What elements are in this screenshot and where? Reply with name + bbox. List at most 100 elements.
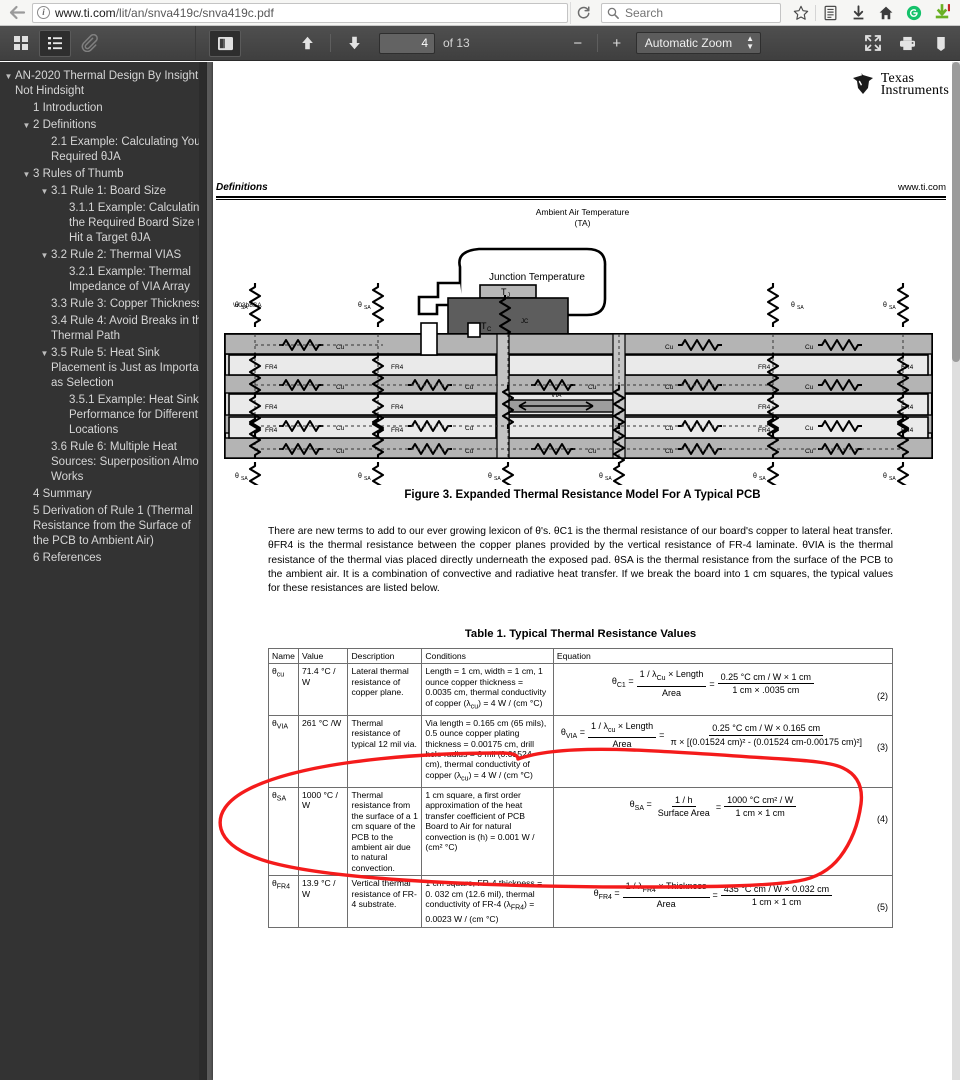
svg-text:FR4: FR4 <box>758 364 771 371</box>
outline-item[interactable]: ▼ 2 Definitions <box>2 117 206 134</box>
home-icon[interactable] <box>872 1 900 25</box>
chevron-down-icon[interactable]: ▼ <box>20 118 33 133</box>
cell-equation: θSA = 1 / h Surface Area = 1000 °C cm² / W1 … <box>552 786 894 877</box>
svg-text:JC: JC <box>521 319 529 325</box>
thermal-resistance-table: Name Value Description Conditions Equati… <box>268 647 894 928</box>
down-arrow-icon[interactable] <box>338 30 370 57</box>
outline-item-label: 3.5 Rule 5: Heat Sink Placement is Just … <box>51 347 207 389</box>
print-icon[interactable] <box>891 30 923 57</box>
viewer-scrollbar[interactable] <box>952 62 960 1080</box>
zoom-in-button[interactable]: + <box>604 31 630 55</box>
table-1-title: Table 1. Typical Thermal Resistance Valu… <box>464 628 697 640</box>
svg-text:SA: SA <box>494 476 501 482</box>
ti-logo: Texas Instruments <box>850 72 949 98</box>
download-indicator-icon[interactable] <box>928 1 956 25</box>
zoom-out-button[interactable]: − <box>565 31 591 55</box>
svg-text:Cu: Cu <box>805 384 814 391</box>
svg-text:θ: θ <box>488 473 492 480</box>
grammarly-icon[interactable] <box>900 1 928 25</box>
outline-item[interactable]: 6 References <box>2 550 206 567</box>
outline-item-label: 3.6 Rule 6: Multiple Heat Sources: Super… <box>51 441 207 483</box>
outline-item[interactable]: 3.3 Rule 3: Copper Thickness <box>2 296 206 313</box>
fullscreen-icon[interactable] <box>857 30 889 57</box>
sidebar-scrollbar[interactable] <box>199 62 206 1080</box>
paperclip-icon[interactable] <box>73 30 105 57</box>
zoom-level-select[interactable]: Automatic Zoom ▲ ▼ <box>635 32 761 54</box>
svg-text:FR4: FR4 <box>265 404 278 411</box>
outline-item[interactable]: 1 Introduction <box>2 100 206 117</box>
header-website: www.ti.com <box>897 182 946 193</box>
outline-item[interactable]: ▼ 3 Rules of Thumb <box>2 166 206 183</box>
back-arrow-icon[interactable] <box>4 2 30 24</box>
search-icon <box>607 7 619 19</box>
up-arrow-icon[interactable] <box>291 30 323 57</box>
outline-item[interactable]: 3.2.1 Example: Thermal Impedance of VIA … <box>2 264 206 296</box>
cell-value: 1000 °C / W <box>297 786 349 877</box>
url-input[interactable]: i www.ti.com/lit/an/snva419c/snva419c.pd… <box>32 2 568 23</box>
outline-item-label: 3.1 Rule 1: Board Size <box>51 185 167 197</box>
cell-description: Vertical thermal resistance of FR-4 subs… <box>347 875 423 928</box>
outline-item[interactable]: ▼ 3.2 Rule 2: Thermal VIAS <box>2 247 206 264</box>
sidebar-toggle-icon[interactable] <box>209 29 241 57</box>
column-header-conditions: Conditions <box>421 647 554 665</box>
outline-item-label: 2 Definitions <box>33 119 97 131</box>
svg-text:FR4: FR4 <box>265 364 278 371</box>
reader-list-icon[interactable] <box>816 1 844 25</box>
pdf-sidebar-tools <box>0 26 196 60</box>
page-count-label: of 13 <box>443 36 470 50</box>
outline-item[interactable]: ▼ 3.1 Rule 1: Board Size <box>2 183 206 200</box>
cell-description: Lateral thermal resistance of copper pla… <box>347 663 423 716</box>
thumbnails-icon[interactable] <box>5 30 37 57</box>
outline-item[interactable]: 3.6 Rule 6: Multiple Heat Sources: Super… <box>2 439 207 486</box>
outline-item[interactable]: 4 Summary <box>2 486 206 503</box>
equation-expression: θVIA = 1 / λcu × Length Area = 0.25 °C cm / … <box>560 720 862 749</box>
outline-item[interactable]: ▼ AN-2020 Thermal Design By Insight, Not … <box>2 68 206 100</box>
outline-item[interactable]: 5 Derivation of Rule 1 (Thermal Resistan… <box>2 503 206 550</box>
downloads-arrow-icon[interactable] <box>844 1 872 25</box>
outline-item[interactable]: 3.1.1 Example: Calculating the Required … <box>2 200 206 247</box>
svg-text:θ: θ <box>358 473 362 480</box>
pdf-page: Texas Instruments Definitions www.ti.com… <box>213 62 952 1080</box>
ti-logo-text: Texas Instruments <box>881 72 949 98</box>
cell-equation: θC1 = 1 / λCu × Length Area = 0.25 °C cm / W… <box>552 663 894 716</box>
pdf-page-viewer[interactable]: Texas Instruments Definitions www.ti.com… <box>207 62 960 1080</box>
svg-text:SA: SA <box>605 476 612 482</box>
outline-item-label: 2.1 Example: Calculating Your Required θ… <box>51 136 205 163</box>
outline-item[interactable]: ▼ 3.5 Rule 5: Heat Sink Placement is Just… <box>2 345 207 392</box>
tools-icon[interactable] <box>925 30 957 57</box>
document-outline-sidebar[interactable]: ▼ AN-2020 Thermal Design By Insight, Not … <box>0 62 207 1080</box>
svg-text:θ: θ <box>753 473 757 480</box>
main-content-area: ▼ AN-2020 Thermal Design By Insight, Not … <box>0 62 960 1080</box>
table-row: θSA 1000 °C / W Thermal resistance from th… <box>268 786 894 877</box>
outline-item-label: 3 Rules of Thumb <box>33 168 124 180</box>
column-header-description: Description <box>347 647 423 665</box>
chevron-down-icon[interactable]: ▼ <box>20 167 33 182</box>
svg-text:SA: SA <box>364 476 371 482</box>
page-number-input[interactable]: 4 <box>379 32 435 54</box>
site-info-icon[interactable]: i <box>37 6 50 19</box>
chevron-down-icon[interactable]: ▼ <box>38 346 51 361</box>
chevron-down-icon[interactable]: ▼ <box>2 69 15 84</box>
svg-text:FR4: FR4 <box>391 364 404 371</box>
cell-description: Thermal resistance from the surface of a… <box>347 786 423 877</box>
outline-item-label: 3.2.1 Example: Thermal Impedance of VIA … <box>69 266 191 293</box>
svg-text:θ: θ <box>883 302 887 309</box>
svg-text:θ: θ <box>883 473 887 480</box>
chevron-down-icon[interactable]: ▼ <box>38 184 51 199</box>
svg-text:θ: θ <box>599 473 603 480</box>
cell-value: 71.4 °C / W <box>297 663 349 716</box>
reload-icon[interactable] <box>570 1 595 24</box>
svg-text:FR4: FR4 <box>391 404 404 411</box>
viewer-scrollbar-thumb[interactable] <box>952 62 960 362</box>
body-paragraph: There are new terms to add to our ever g… <box>268 526 893 595</box>
bookmark-star-icon[interactable] <box>787 1 815 25</box>
svg-text:SA: SA <box>889 476 896 482</box>
outline-item-label: 1 Introduction <box>33 102 103 114</box>
chevron-down-icon[interactable]: ▼ <box>38 248 51 263</box>
outline-item[interactable]: 3.5.1 Example: Heat Sink Performance for… <box>2 392 206 439</box>
outline-item[interactable]: 2.1 Example: Calculating Your Required θ… <box>2 134 206 166</box>
document-outline-icon[interactable] <box>39 29 71 57</box>
search-input[interactable]: Search <box>601 2 781 23</box>
outline-item[interactable]: 3.4 Rule 4: Avoid Breaks in the Thermal … <box>2 313 206 345</box>
ti-logo-mark <box>850 72 876 98</box>
